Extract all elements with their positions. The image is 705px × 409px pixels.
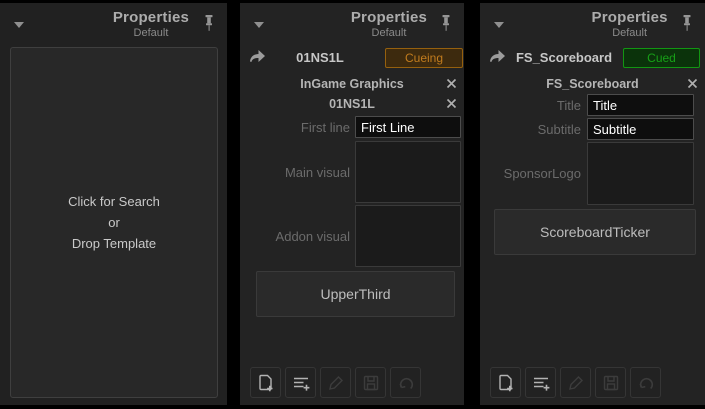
template-button-scoreboardticker[interactable]: ScoreboardTicker — [494, 209, 696, 255]
undo-icon — [390, 367, 421, 398]
clip-name: 01NS1L — [270, 50, 370, 65]
list-plus-icon[interactable] — [285, 367, 316, 398]
floppy-icon — [355, 367, 386, 398]
undo-icon — [630, 367, 661, 398]
template-name: 01NS1L — [240, 95, 464, 113]
template-name: FS_Scoreboard — [480, 75, 705, 93]
close-icon[interactable] — [446, 78, 457, 89]
field-label-sponsorlogo: SponsorLogo — [480, 166, 581, 181]
file-plus-icon[interactable] — [250, 367, 281, 398]
file-plus-icon[interactable] — [490, 367, 521, 398]
close-icon[interactable] — [446, 98, 457, 109]
field-label-addon-visual: Addon visual — [240, 229, 350, 244]
drop-zone-line: or — [108, 212, 120, 233]
loaded-template-row: 01NS1L — [240, 95, 464, 113]
drop-zone-line: Click for Search — [68, 191, 160, 212]
chevron-down-icon[interactable] — [12, 20, 26, 29]
list-plus-icon[interactable] — [525, 367, 556, 398]
properties-toolbar — [490, 367, 661, 398]
drop-zone-line: Drop Template — [72, 233, 156, 254]
main-visual-drop-box[interactable] — [355, 141, 461, 203]
properties-panel-scoreboard: Properties Default FS_Scoreboard Cued FS… — [480, 3, 705, 405]
field-label-first-line: First line — [240, 120, 350, 135]
chevron-down-icon[interactable] — [252, 20, 266, 29]
loaded-template-row: FS_Scoreboard — [480, 75, 705, 93]
jump-to-clip-icon[interactable] — [488, 47, 506, 63]
properties-panel-ingame: Properties Default 01NS1L Cueing InGame … — [240, 3, 464, 405]
pencil-icon — [560, 367, 591, 398]
close-icon[interactable] — [687, 78, 698, 89]
pin-icon[interactable] — [203, 14, 215, 32]
sponsorlogo-drop-box[interactable] — [587, 142, 694, 205]
status-badge: Cued — [623, 48, 700, 68]
pencil-icon — [320, 367, 351, 398]
floppy-icon — [595, 367, 626, 398]
properties-panel-search: Properties Default Click for Search or D… — [0, 3, 227, 405]
properties-toolbar — [250, 367, 421, 398]
template-drop-zone[interactable]: Click for Search or Drop Template — [10, 47, 218, 398]
template-button-upperthird[interactable]: UpperThird — [256, 271, 455, 317]
subtitle-input[interactable] — [587, 118, 694, 140]
template-name: InGame Graphics — [240, 75, 464, 93]
jump-to-clip-icon[interactable] — [248, 47, 266, 63]
field-label-title: Title — [480, 98, 581, 113]
pin-icon[interactable] — [440, 14, 452, 32]
field-label-main-visual: Main visual — [240, 165, 350, 180]
addon-visual-drop-box[interactable] — [355, 205, 461, 267]
status-badge: Cueing — [385, 48, 463, 68]
pin-icon[interactable] — [681, 14, 693, 32]
title-input[interactable] — [587, 94, 694, 116]
loaded-template-row: InGame Graphics — [240, 75, 464, 93]
chevron-down-icon[interactable] — [492, 20, 506, 29]
first-line-input[interactable] — [355, 116, 461, 138]
clip-name: FS_Scoreboard — [506, 50, 622, 65]
field-label-subtitle: Subtitle — [480, 122, 581, 137]
